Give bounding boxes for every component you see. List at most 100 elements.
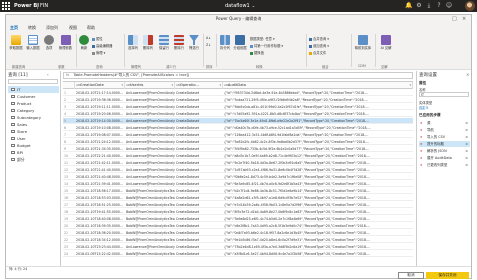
applied-step[interactable]: ✕ 解析的 JSON ⚙ bbox=[419, 148, 470, 154]
table-cell[interactable]: AniLawrence@FromOmniAnalyticsTeam.onmicr… bbox=[125, 90, 175, 96]
cancel-button[interactable]: 取消 bbox=[398, 272, 424, 279]
tab-view[interactable]: 视图 bbox=[69, 25, 77, 31]
name-field[interactable]: IT bbox=[419, 92, 469, 97]
delete-step-icon[interactable]: ✕ bbox=[420, 127, 423, 133]
table-cell[interactable]: 2018-02-10T21:24:12.0000... bbox=[75, 139, 125, 145]
column-type-icon[interactable]: ABC bbox=[76, 82, 82, 89]
table-row[interactable]: 24 2018-02-09T15:22:42.0000... BobW@FromOm… bbox=[63, 251, 413, 257]
applied-step[interactable]: ✕ 导入的 CSV ⚙ bbox=[419, 134, 470, 140]
table-cell[interactable]: {"Id":"b2c7f1d4-9e86-4a3b-8c51-7f0d2e6a9… bbox=[223, 188, 413, 194]
table-cell[interactable]: CreateDataset bbox=[175, 104, 223, 110]
table-cell[interactable]: {"Id":"0d4f7a93-b6e2-4c18-9f57-8a2c6e1d3… bbox=[223, 230, 413, 236]
table-cell[interactable]: 2018-02-09T15:22:42.0000... bbox=[75, 251, 125, 257]
ai-insights-button[interactable]: AI 见解 bbox=[378, 35, 394, 50]
table-cell[interactable]: AniLawrence@FromOmniAnalyticsTeam.onmicr… bbox=[125, 167, 175, 173]
table-cell[interactable]: {"Id":"a8d3c1b7-0e5f-4a69-b2d8-71c4e9f03… bbox=[223, 153, 413, 159]
keep-rows-button[interactable]: 保留行 bbox=[157, 35, 171, 50]
table-cell[interactable]: AniLawrence@FromOmniAnalyticsTeam.onmicr… bbox=[125, 160, 175, 166]
table-row[interactable]: 13 2018-02-10T21:40:48.0000... AniLawrence… bbox=[63, 174, 413, 180]
tab-home[interactable]: 主页 bbox=[10, 25, 18, 33]
group-by-button[interactable]: 分组依据 bbox=[233, 35, 247, 50]
table-cell[interactable]: CreateDataset bbox=[175, 125, 223, 131]
table-cell[interactable]: {"Id":"c6e2f8b1-7a43-4d95-a2c8-5f1b3e9d0… bbox=[223, 223, 413, 229]
collapse-icon[interactable]: ‹ bbox=[47, 72, 49, 77]
query-item[interactable]: Product bbox=[8, 100, 59, 107]
table-cell[interactable]: CreateDataset bbox=[175, 181, 223, 187]
table-cell[interactable]: 2018-02-10T23:23:44.0000... bbox=[75, 244, 125, 250]
table-cell[interactable]: 2018-02-10T21:41:40.0000... bbox=[75, 167, 125, 173]
table-row[interactable]: 21 2018-02-10T18:36:20.0000... BobW@FromOm… bbox=[63, 230, 413, 236]
query-item[interactable]: User bbox=[8, 135, 59, 142]
table-cell[interactable]: 2018-02-10T18:56:17.0000... bbox=[75, 188, 125, 194]
map-to-entity-button[interactable]: 映射到实体 bbox=[353, 35, 373, 50]
brand-name[interactable]: Power BI bbox=[14, 3, 39, 9]
table-cell[interactable]: {"Id":"126ea412-3c51-4b6f-b8f4-9d1fabf8a… bbox=[223, 132, 413, 138]
table-row[interactable]: 3 2018-02-10T19:11:11.0000... AniLawrence@… bbox=[63, 104, 413, 110]
table-cell[interactable]: CreateDataset bbox=[175, 237, 223, 243]
table-cell[interactable]: 2018-02-10T21:40:48.0000... bbox=[75, 174, 125, 180]
table-cell[interactable]: 2018-02-10T18:40:08.0000... bbox=[75, 216, 125, 222]
table-cell[interactable]: CreateDataset bbox=[175, 139, 223, 145]
remove-rows-button[interactable]: 删除行 bbox=[172, 35, 186, 50]
table-cell[interactable]: {"Id":"9e1b5c86-f3a7-4d20-b8e4-6c0a2f7d9… bbox=[223, 237, 413, 243]
applied-step[interactable]: ✕ 提升的标题 ⚙ bbox=[419, 141, 470, 147]
table-cell[interactable]: {"Id":"f953734d-346bd-4e3e-91e-4b3886ebc… bbox=[223, 90, 413, 96]
column-filter-icon[interactable]: ▾ bbox=[171, 82, 173, 89]
tab-help[interactable]: 帮助 bbox=[87, 25, 95, 31]
table-row[interactable]: 4 2018-02-10T19:20:06.0000... AniLawrence@… bbox=[63, 111, 413, 117]
column-filter-icon[interactable]: ▾ bbox=[409, 82, 411, 89]
column-header[interactable]: ABC AuditData ▾ bbox=[223, 82, 413, 89]
table-cell[interactable]: CreateDataset bbox=[175, 223, 223, 229]
step-settings-icon[interactable]: ⚙ bbox=[465, 134, 468, 140]
step-settings-icon[interactable]: ⚙ bbox=[465, 120, 468, 126]
table-row[interactable]: 16 2018-02-10T18:53:03.0000... BobW@FromOm… bbox=[63, 195, 413, 201]
table-cell[interactable]: {"Id":"5e81b2fc-4b62-4c2c-8f3e-9a8ad0b2d… bbox=[223, 139, 413, 145]
table-cell[interactable]: 2018-02-10T19:41:55.0000... bbox=[75, 209, 125, 215]
table-cell[interactable]: 2018-02-10T18:34:12.0000... bbox=[75, 237, 125, 243]
table-cell[interactable]: AniLawrence@FromOmniAnalyticsTeam.onmicr… bbox=[125, 153, 175, 159]
table-cell[interactable]: BobW@FromOmniAnalyticsTeam.onmicrosoft.c… bbox=[125, 223, 175, 229]
step-settings-icon[interactable]: ⚙ bbox=[465, 148, 468, 154]
table-cell[interactable]: CreateDataset bbox=[175, 174, 223, 180]
formula-bar[interactable]: fx Table.PromoteHeaders(#"导入的 CSV", [Pro… bbox=[63, 72, 413, 79]
table-cell[interactable]: CreateDataset bbox=[175, 132, 223, 138]
query-item[interactable]: IT bbox=[8, 86, 59, 93]
table-cell[interactable]: {"Id":"a3f8d1c6-5e27-4b94-8d06-9c4e7a1f2… bbox=[223, 251, 413, 257]
query-item[interactable]: Subcategory bbox=[8, 114, 59, 121]
table-cell[interactable]: AniLawrence@FromOmniAnalyticsTeam.onmicr… bbox=[125, 125, 175, 131]
help-icon[interactable]: ? bbox=[435, 2, 443, 10]
bell-icon[interactable]: 🔔 bbox=[405, 2, 413, 10]
manage-button[interactable]: 管理 ▾ bbox=[92, 50, 105, 55]
query-item[interactable]: Budget bbox=[8, 142, 59, 149]
table-cell[interactable]: CreateDataset bbox=[175, 230, 223, 236]
avatar[interactable] bbox=[465, 1, 475, 11]
query-item[interactable]: BPI bbox=[8, 149, 59, 156]
table-cell[interactable]: 2018-02-10T18:53:03.0000... bbox=[75, 195, 125, 201]
query-item[interactable]: Category bbox=[8, 107, 59, 114]
table-cell[interactable]: AniLawrence@FromOmniAnalyticsTeam.onmicr… bbox=[125, 104, 175, 110]
table-cell[interactable]: {"Id":"1d57ab93-c2e4-4f86-9a31-8e6c0b4f7… bbox=[223, 167, 413, 173]
close-icon[interactable]: × bbox=[466, 72, 469, 77]
table-row[interactable]: 9 2018-02-10T21:34:35.0000... AniLawrence@… bbox=[63, 146, 413, 152]
table-cell[interactable]: CreateDataset bbox=[175, 167, 223, 173]
table-cell[interactable]: {"Id":"f0b6e2a1-8d73-4c59-b4e2-3a9d7c1f6… bbox=[223, 174, 413, 180]
table-cell[interactable]: 2018-02-10T18:39:35.0000... bbox=[75, 223, 125, 229]
table-row[interactable]: 18 2018-02-10T19:41:55.0000... BobW@FromOm… bbox=[63, 209, 413, 215]
manage-params-button[interactable]: 管理参数 bbox=[57, 35, 74, 50]
advanced-editor-button[interactable]: 高级编辑器 bbox=[92, 43, 112, 48]
table-cell[interactable]: AniLawrence@FromOmniAnalyticsTeam.onmicr… bbox=[125, 132, 175, 138]
filter-rows-button[interactable]: 筛选行 bbox=[187, 35, 201, 50]
table-cell[interactable]: CreateDataset bbox=[175, 216, 223, 222]
column-type-icon[interactable]: ABC bbox=[224, 82, 230, 89]
column-filter-icon[interactable]: ▾ bbox=[121, 82, 123, 89]
table-cell[interactable]: 2018-02-10T18:51:25.0000... bbox=[75, 202, 125, 208]
query-item[interactable]: Customer bbox=[8, 93, 59, 100]
table-cell[interactable]: CreateDataset bbox=[175, 202, 223, 208]
applied-step[interactable]: ✕ 导航 ⚙ bbox=[419, 127, 470, 133]
workspace-name[interactable]: FIN bbox=[36, 3, 48, 9]
step-settings-icon[interactable]: ⚙ bbox=[465, 141, 468, 147]
table-cell[interactable]: BobW@FromOmniAnalyticsTeam.onmicrosoft.c… bbox=[125, 216, 175, 222]
column-header[interactable]: ABC CreationDate ▾ bbox=[75, 82, 125, 89]
column-header[interactable]: ABC Operatio... ▾ bbox=[175, 82, 223, 89]
table-row[interactable]: 12 2018-02-10T21:41:40.0000... AniLawrence… bbox=[63, 167, 413, 173]
